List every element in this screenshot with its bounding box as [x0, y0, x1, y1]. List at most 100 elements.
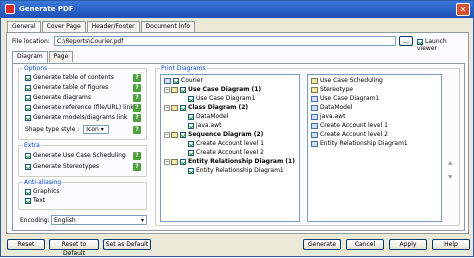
- folder-icon: [171, 86, 178, 93]
- checkbox-icon[interactable]: [25, 188, 31, 195]
- apply-button[interactable]: Apply: [389, 239, 427, 250]
- shape-style-label: Shape type style :: [25, 126, 80, 133]
- tab-document-info[interactable]: Document Info: [140, 21, 195, 32]
- encoding-select[interactable]: English ▾: [51, 215, 147, 225]
- diagram-icon: [311, 113, 318, 120]
- help-icon[interactable]: ?: [133, 126, 141, 134]
- launch-viewer-check[interactable]: [417, 38, 423, 45]
- checkbox-icon[interactable]: [25, 104, 31, 111]
- tab-diagram[interactable]: Diagram: [12, 51, 48, 63]
- checkbox-icon[interactable]: [25, 84, 31, 91]
- checkbox-icon[interactable]: [188, 149, 194, 156]
- diagram-icon: [311, 140, 318, 147]
- help-icon[interactable]: ?: [133, 84, 141, 92]
- tree-group-use-case[interactable]: − Use Case Diagram (1): [164, 86, 261, 94]
- reset-button[interactable]: Reset: [7, 239, 45, 250]
- help-icon[interactable]: ?: [133, 74, 141, 82]
- checkbox-icon[interactable]: [25, 94, 31, 101]
- checkbox-icon[interactable]: [25, 163, 31, 170]
- tree-group-erd[interactable]: − Entity Relationship Diagram (1): [164, 158, 295, 166]
- launch-viewer-checkbox[interactable]: Launch viewer: [417, 38, 468, 52]
- collapse-icon[interactable]: −: [164, 86, 170, 93]
- extra-use-case-scheduling[interactable]: Generate Use Case Scheduling: [25, 151, 126, 160]
- tree-label: Entity Relationship Diagram (1): [188, 158, 295, 165]
- chevron-down-icon: ▾: [140, 217, 144, 224]
- reset-to-default-button[interactable]: Reset to Default: [49, 239, 99, 257]
- list-item[interactable]: Use Case Scheduling: [311, 77, 383, 85]
- checkbox-icon[interactable]: [25, 152, 31, 159]
- checkbox-icon[interactable]: [188, 167, 194, 174]
- list-label: Create Account level 1: [320, 122, 388, 129]
- tab-cover-page[interactable]: Cover Page: [41, 21, 86, 32]
- tab-header-footer[interactable]: Header/Footer: [86, 21, 140, 32]
- collapse-icon[interactable]: −: [164, 131, 170, 138]
- option-toc[interactable]: Generate table of contents: [25, 73, 114, 82]
- shape-style-select[interactable]: Icon ▾: [83, 125, 110, 134]
- folder-icon: [171, 131, 178, 138]
- collapse-icon[interactable]: −: [164, 158, 170, 165]
- extra-stereotypes[interactable]: Generate Stereotypes: [25, 162, 99, 171]
- close-button[interactable]: ✕: [456, 3, 470, 16]
- help-icon[interactable]: ?: [133, 94, 141, 102]
- list-item[interactable]: Entity Relationship Diagram1: [311, 140, 408, 148]
- anti-graphics[interactable]: Graphics: [25, 187, 60, 196]
- tree-item-datamodel[interactable]: DataModel: [188, 113, 228, 121]
- print-order-list[interactable]: Use Case Scheduling Stereotype Use Case …: [307, 74, 442, 222]
- file-location-label: File location:: [12, 38, 50, 45]
- checkbox-icon[interactable]: [188, 95, 194, 102]
- tree-item-erd1[interactable]: Entity Relationship Diagram1: [188, 167, 284, 175]
- checkbox-icon[interactable]: [25, 74, 31, 81]
- list-item[interactable]: Create Account level 2: [311, 131, 388, 139]
- checkbox-icon[interactable]: [180, 104, 186, 111]
- checkbox-icon[interactable]: [188, 122, 194, 129]
- checkbox-icon[interactable]: [180, 86, 186, 93]
- list-item[interactable]: Use Case Diagram1: [311, 95, 379, 103]
- main-tabs: General Cover Page Header/Footer Documen…: [7, 21, 196, 33]
- tree-item-create-account-2[interactable]: Create Account level 2: [188, 149, 264, 157]
- list-item[interactable]: Create Account level 1: [311, 122, 388, 130]
- checkbox-icon[interactable]: [188, 113, 194, 120]
- checkbox-icon[interactable]: [25, 197, 31, 204]
- move-down-icon[interactable]: ⯆: [447, 173, 453, 183]
- option-diagrams[interactable]: Generate diagrams: [25, 93, 91, 102]
- tree-item-java-awt[interactable]: java.awt: [188, 122, 221, 130]
- list-item[interactable]: Stereotype: [311, 86, 353, 94]
- pdf-icon: [5, 4, 15, 14]
- tab-page[interactable]: Page: [48, 51, 74, 62]
- checkbox-icon[interactable]: [173, 77, 179, 84]
- tree-group-sequence[interactable]: − Sequence Diagram (2): [164, 131, 263, 139]
- tree-item-use-case-diagram1[interactable]: Use Case Diagram1: [188, 95, 255, 103]
- set-as-default-button[interactable]: Set as Default: [103, 239, 151, 250]
- checkbox-icon[interactable]: [188, 140, 194, 147]
- collapse-icon[interactable]: −: [164, 104, 170, 111]
- list-item[interactable]: DataModel: [311, 104, 352, 112]
- browse-button[interactable]: ...: [399, 36, 413, 46]
- checkbox-icon[interactable]: [25, 114, 31, 121]
- generate-pdf-window: Generate PDF ✕ General Cover Page Header…: [0, 0, 474, 257]
- stereotype-icon: [311, 86, 318, 93]
- tree-label: Entity Relationship Diagram1: [196, 167, 284, 174]
- tree-root-courier[interactable]: Courier: [164, 77, 203, 85]
- anti-text[interactable]: Text: [25, 196, 45, 205]
- option-models-link[interactable]: Generate models/diagrams link: [25, 113, 127, 122]
- move-up-icon[interactable]: ⯅: [447, 159, 453, 169]
- tree-group-class[interactable]: − Class Diagram (2): [164, 104, 248, 112]
- tree-item-create-account-1[interactable]: Create Account level 1: [188, 140, 264, 148]
- file-location-field[interactable]: C:\Reports\Courier.pdf: [54, 36, 396, 46]
- help-icon[interactable]: ?: [133, 152, 141, 160]
- checkbox-icon[interactable]: [180, 158, 186, 165]
- general-panel: File location: C:\Reports\Courier.pdf ..…: [6, 32, 469, 234]
- option-reference-link[interactable]: Generate reference (file/URL) link: [25, 103, 134, 112]
- option-tof[interactable]: Generate table of figures: [25, 83, 108, 92]
- help-button[interactable]: Help: [432, 239, 470, 250]
- anti-label: Text: [33, 197, 46, 204]
- help-icon[interactable]: ?: [133, 163, 141, 171]
- extra-group: Extra Generate Use Case Scheduling ? Gen…: [18, 142, 147, 177]
- generate-button[interactable]: Generate: [303, 239, 341, 250]
- list-item[interactable]: java.awt: [311, 113, 345, 121]
- help-icon[interactable]: ?: [133, 104, 141, 112]
- checkbox-icon[interactable]: [180, 131, 186, 138]
- help-icon[interactable]: ?: [133, 114, 141, 122]
- cancel-button[interactable]: Cancel: [346, 239, 384, 250]
- diagram-tree[interactable]: Courier − Use Case Diagram (1) Use Case D…: [160, 74, 300, 222]
